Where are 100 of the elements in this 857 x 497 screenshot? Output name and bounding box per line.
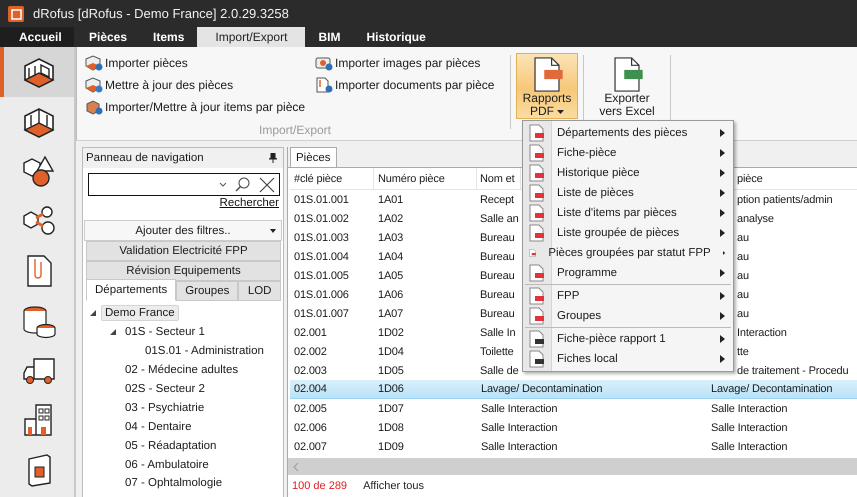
table-cell-text: 1A04: [377, 250, 404, 264]
ribbon-item[interactable]: Importer pièces: [85, 53, 307, 73]
table-cell-text: Salle In: [479, 326, 516, 340]
table-cell: Lavage/ Decontamination: [477, 380, 707, 399]
menu-item[interactable]: Pièces groupées par statut FPP: [523, 243, 733, 263]
menu-item[interactable]: Liste d'items par pièces: [523, 203, 733, 223]
tree-item[interactable]: 01S - Secteur 1: [121, 324, 209, 340]
table-cell: 1D06: [374, 380, 477, 399]
search-field[interactable]: [88, 173, 280, 196]
tree-item[interactable]: Demo France: [101, 305, 179, 322]
pin-icon[interactable]: [269, 153, 277, 163]
room-import-icon: [85, 55, 103, 71]
pdf-file-icon: [529, 287, 545, 305]
table-cell-text: 1A05: [377, 268, 404, 284]
sidebar-item[interactable]: [0, 47, 74, 97]
ribbon-item[interactable]: Importer documents par pièce: [315, 75, 494, 95]
table-cell-text: 1D07: [377, 402, 405, 416]
table-cell-text: au: [736, 288, 750, 302]
pdf-file-icon: [529, 204, 545, 222]
app-logo-icon: [8, 6, 24, 22]
menu-item[interactable]: Historique pièce: [523, 163, 733, 183]
column-header[interactable]: Numéro pièce: [374, 168, 477, 189]
column-header[interactable]: #clé pièce: [290, 168, 374, 189]
table-cell-text: ption patients/admin: [736, 192, 834, 208]
table-cell-text: 1D04: [377, 344, 405, 360]
table-cell: Lavage/ Decontamination: [707, 380, 857, 399]
table-tab[interactable]: Pièces: [290, 147, 337, 167]
expander-icon[interactable]: [109, 328, 117, 336]
pdf-file-icon: [529, 164, 545, 182]
caret-icon: [270, 229, 276, 233]
caret-icon: [557, 110, 564, 114]
show-all-link[interactable]: Afficher tous: [363, 480, 424, 492]
pdf-file-icon: [529, 124, 545, 142]
panel-tab[interactable]: Groupes: [176, 281, 238, 301]
view-button[interactable]: Révision Equipements: [86, 261, 281, 281]
menu-item[interactable]: FPP: [523, 286, 733, 306]
tree-item[interactable]: 05 - Réadaptation: [121, 438, 220, 454]
panel-title: Panneau de navigation: [86, 152, 204, 164]
table-cell-text: 02.006: [293, 420, 328, 436]
chevron-down-icon[interactable]: [219, 182, 227, 187]
ribbon-button[interactable]: Exporter vers Excel: [589, 53, 665, 119]
menu-item[interactable]: Liste de pièces: [523, 183, 733, 203]
menu-item[interactable]: Fiches local: [523, 349, 733, 369]
tree-item[interactable]: 04 - Dentaire: [121, 418, 196, 435]
tree-item[interactable]: 02 - Médecine adultes: [121, 362, 242, 378]
table-cell-text: 01S.01.001: [293, 192, 350, 208]
tree-item[interactable]: 02S - Secteur 2: [121, 381, 209, 397]
menu-tab[interactable]: Accueil: [0, 27, 74, 47]
view-button[interactable]: Validation Electricité FPP: [86, 241, 281, 261]
ribbon-item[interactable]: Mettre à jour des pièces: [85, 75, 307, 95]
tree-item[interactable]: 03 - Psychiatrie: [121, 400, 208, 416]
menu-item[interactable]: Fiche-pièce rapport 1: [523, 329, 733, 349]
menu-tab[interactable]: Pièces: [76, 27, 140, 47]
table-cell-text: Salle Interaction: [480, 440, 558, 454]
tree-item[interactable]: 01S.01 - Administration: [141, 343, 268, 360]
menu-tab[interactable]: Items: [140, 27, 198, 47]
table-cell-text: 02.005: [293, 402, 328, 416]
table-cell-text: 1D05: [377, 364, 405, 378]
pdf-file-icon: [529, 264, 545, 282]
menu-item[interactable]: Groupes: [523, 306, 733, 326]
search-icon[interactable]: [235, 176, 251, 192]
menu-tab[interactable]: Import/Export: [197, 27, 306, 47]
camera-import-icon: [315, 55, 333, 71]
table-cell-text: 1A06: [377, 288, 404, 302]
menu-item[interactable]: Liste groupée de pièces: [523, 223, 733, 243]
table-cell-text: 02.003: [293, 364, 328, 378]
close-icon[interactable]: [259, 176, 275, 192]
column-header[interactable]: pièce: [734, 168, 857, 189]
table-cell-text: 1A02: [377, 212, 404, 226]
ribbon-button[interactable]: Rapports PDF: [516, 53, 578, 119]
table-cell-text: Salle Interaction: [710, 402, 788, 416]
menu-item[interactable]: Programme: [523, 263, 733, 283]
menu-item[interactable]: Fiche-pièce: [523, 143, 733, 163]
table-cell-text: Bureau: [479, 306, 516, 322]
filter-dropdown[interactable]: Ajouter des filtres..: [84, 220, 282, 241]
ribbon-item[interactable]: Importer images par pièces: [315, 53, 494, 73]
search-link[interactable]: Rechercher: [220, 197, 279, 213]
table-cell-text: Salle de: [479, 364, 520, 378]
tree-item[interactable]: 06 - Ambulatoire: [121, 456, 213, 473]
column-header[interactable]: Nom et: [477, 168, 521, 189]
menu-item[interactable]: Départements des pièces: [523, 123, 733, 143]
room-update-icon: [85, 77, 103, 93]
menu-tab[interactable]: BIM: [305, 27, 354, 47]
table-cell-text: Bureau: [479, 230, 516, 246]
tree-item[interactable]: 07 - Ophtalmologie: [121, 475, 226, 492]
table-cell-text: Recept: [479, 192, 515, 208]
expander-icon[interactable]: [89, 309, 97, 318]
panel-tab[interactable]: Départements: [86, 279, 176, 301]
table-cell-text: Salle Interaction: [480, 420, 558, 436]
pdf-file-icon: [529, 307, 545, 325]
table-cell-text: 1A07: [377, 306, 404, 322]
ribbon-item[interactable]: Importer/Mettre à jour items par pièce: [85, 97, 307, 117]
window-title: dRofus [dRofus - Demo France] 2.0.29.3258: [33, 6, 289, 21]
table-cell-text: 1D08: [377, 420, 405, 436]
table-cell-text: 1D09: [377, 440, 405, 454]
record-count: 100 de 289: [292, 480, 348, 492]
table-cell-text: 02.002: [293, 344, 328, 360]
panel-tab[interactable]: LOD: [238, 281, 281, 301]
horizontal-scrollbar[interactable]: [288, 458, 857, 475]
menu-tab[interactable]: Historique: [353, 27, 439, 47]
